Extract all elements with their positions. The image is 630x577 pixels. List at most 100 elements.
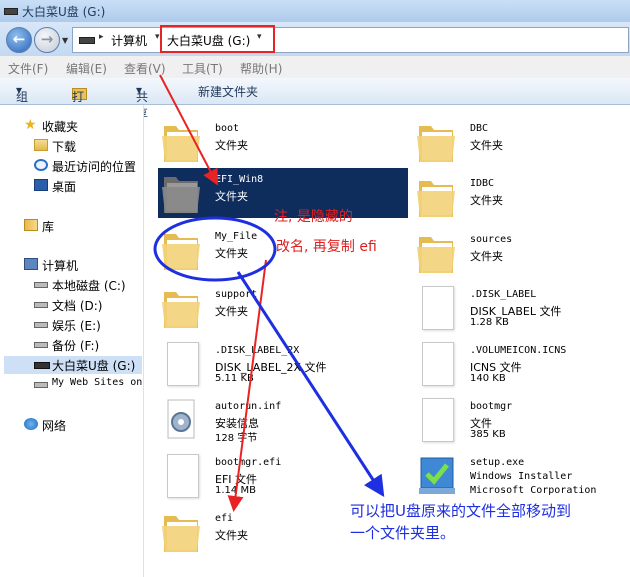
- folder-icon: [162, 234, 200, 270]
- file-company: Microsoft Corporation: [470, 485, 597, 496]
- navigation-pane: ★ 收藏夹 下载 最近访问的位置 桌面 库 计算机 本地磁盘 (C:) 文档 (D…: [0, 105, 144, 577]
- file-name: My_File: [215, 231, 258, 242]
- annotation-red-line-1: 注, 是隐藏的: [274, 209, 353, 225]
- file-size: 128 字节: [215, 433, 258, 444]
- file-size: 1.14 MB: [215, 485, 256, 496]
- document-icon: [422, 286, 454, 330]
- file-item-dbc[interactable]: DBC 文件夹: [400, 117, 625, 167]
- address-bar-area: ← → ▼ ▸ 计算机 ▾ 大白菜U盘 (G:) ▾: [0, 22, 630, 56]
- title-bar: 大白菜U盘 (G:): [0, 0, 630, 22]
- menu-edit[interactable]: 编辑(E): [66, 60, 107, 77]
- folder-icon: [417, 181, 455, 217]
- folder-icon: [417, 126, 455, 162]
- folder-icon: [417, 237, 455, 273]
- sidebar-label: 本地磁盘 (C:): [52, 279, 126, 293]
- file-name: bootmgr.efi: [215, 457, 282, 468]
- document-icon: [422, 398, 454, 442]
- file-item-boot[interactable]: boot 文件夹: [145, 117, 410, 167]
- sidebar-label: 计算机: [42, 259, 79, 273]
- file-item-bootmgr-efi[interactable]: bootmgr.efi EFI 文件 1.14 MB: [145, 451, 410, 501]
- web-sites-icon: [34, 382, 48, 388]
- hard-disk-icon: [34, 342, 48, 348]
- usb-drive-icon: [4, 8, 18, 15]
- file-type: 文件夹: [215, 190, 248, 203]
- file-item-disk-label[interactable]: .DISK_LABEL DISK_LABEL 文件 1.28 KB: [400, 283, 625, 333]
- file-type: 文件夹: [215, 529, 248, 542]
- command-bar: 组织 ▾ 打开 共享 ▾ 新建文件夹: [0, 78, 630, 121]
- menu-tools[interactable]: 工具(T): [182, 60, 223, 77]
- organize-button[interactable]: 组织 ▾: [16, 83, 28, 121]
- file-size: 140 KB: [470, 373, 506, 384]
- file-name: DBC: [470, 123, 489, 134]
- folder-icon: [34, 139, 48, 151]
- annotation-blue-line-1: 可以把U盘原来的文件全部移动到: [350, 502, 571, 520]
- file-type: 文件夹: [215, 247, 248, 260]
- menu-bar: 文件(F) 编辑(E) 查看(V) 工具(T) 帮助(H): [0, 56, 630, 78]
- file-item-my-file[interactable]: My_File 文件夹: [145, 225, 275, 275]
- recent-places-icon: [34, 159, 48, 171]
- file-item-setup-exe[interactable]: setup.exe Windows Installer Microsoft Co…: [400, 451, 625, 501]
- document-icon: [422, 342, 454, 386]
- hard-disk-icon: [34, 282, 48, 288]
- file-type: 文件夹: [470, 194, 503, 207]
- file-size: 1.28 KB: [470, 317, 509, 328]
- folder-icon: [162, 516, 200, 552]
- menu-file[interactable]: 文件(F): [8, 60, 48, 77]
- usb-drive-icon: [34, 362, 50, 369]
- file-item-autorun[interactable]: autorun.inf 安装信息 128 字节: [145, 395, 410, 445]
- menu-help[interactable]: 帮助(H): [240, 60, 282, 77]
- file-name: setup.exe: [470, 457, 525, 468]
- forward-button[interactable]: →: [34, 27, 60, 53]
- chevron-down-icon[interactable]: ▾: [155, 32, 160, 42]
- settings-file-icon: [167, 399, 195, 439]
- desktop-icon: [34, 179, 48, 191]
- folder-icon: [162, 126, 200, 162]
- file-item-disk-label-2x[interactable]: .DISK_LABEL_2X DISK_LABEL_2X 文件 5.11 KB: [145, 339, 410, 389]
- computer-icon: [24, 258, 38, 270]
- file-item-bootmgr[interactable]: bootmgr 文件 385 KB: [400, 395, 625, 445]
- sidebar-label: 最近访问的位置: [52, 160, 137, 174]
- new-folder-button[interactable]: 新建文件夹: [198, 83, 258, 100]
- file-name: bootmgr: [470, 401, 513, 412]
- file-type: 文件夹: [215, 305, 248, 318]
- file-item-volumeicon[interactable]: .VOLUMEICON.ICNS ICNS 文件 140 KB: [400, 339, 625, 389]
- share-button[interactable]: 共享 ▾: [136, 83, 148, 121]
- folder-icon: [162, 177, 200, 213]
- star-icon: ★: [24, 117, 37, 133]
- back-button[interactable]: ←: [6, 27, 32, 53]
- address-highlight-box: [160, 25, 275, 53]
- document-icon: [167, 454, 199, 498]
- folder-icon: [162, 292, 200, 328]
- annotation-red-line-2: 改名, 再复制 efi: [276, 239, 377, 255]
- sidebar-label: 网络: [42, 419, 67, 433]
- file-name: sources: [470, 234, 513, 245]
- file-name: autorun.inf: [215, 401, 282, 412]
- file-size: 385 KB: [470, 429, 506, 440]
- file-name: .DISK_LABEL_2X: [215, 345, 300, 356]
- libraries-icon: [24, 219, 38, 231]
- drive-icon: [79, 37, 95, 44]
- file-name: .DISK_LABEL: [470, 289, 537, 300]
- sidebar-label: 收藏夹: [42, 120, 79, 134]
- sidebar-item-drive-g[interactable]: 大白菜U盘 (G:): [4, 356, 142, 374]
- recent-pages-chevron-icon[interactable]: ▼: [62, 36, 68, 45]
- file-item-sources[interactable]: sources 文件夹: [400, 228, 625, 278]
- file-name: efi: [215, 513, 234, 524]
- file-name: IDBC: [470, 178, 495, 189]
- file-type: 文件夹: [470, 139, 503, 152]
- file-type: 文件夹: [470, 250, 503, 263]
- document-icon: [167, 342, 199, 386]
- file-item-idbc[interactable]: IDBC 文件夹: [400, 172, 625, 222]
- network-icon: [24, 418, 38, 430]
- address-field[interactable]: ▸ 计算机 ▾ 大白菜U盘 (G:) ▾: [72, 27, 629, 53]
- sidebar-label: 文档 (D:): [52, 299, 103, 313]
- breadcrumb-computer[interactable]: 计算机: [111, 32, 147, 49]
- installer-icon: [419, 457, 455, 494]
- sidebar-label: 大白菜U盘 (G:): [52, 359, 136, 373]
- file-item-support[interactable]: support 文件夹: [145, 283, 410, 333]
- hard-disk-icon: [34, 302, 48, 308]
- menu-view[interactable]: 查看(V): [124, 60, 166, 77]
- sidebar-label: 下载: [52, 140, 77, 154]
- file-name: .VOLUMEICON.ICNS: [470, 345, 567, 356]
- chevron-right-icon[interactable]: ▸: [99, 32, 104, 42]
